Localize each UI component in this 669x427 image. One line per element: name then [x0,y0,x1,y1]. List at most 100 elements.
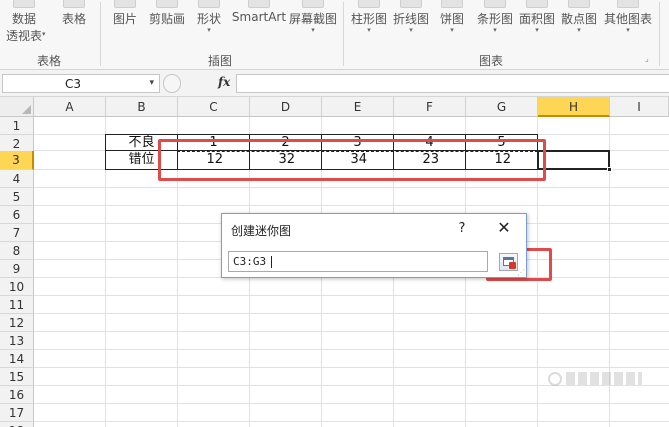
group-separator [343,2,344,66]
row-header-16[interactable]: 16 [0,386,34,404]
red-arrow-icon [509,262,516,269]
red-highlight-range [158,139,546,181]
column-chart-button[interactable]: 柱形图 ▾ [348,0,390,48]
chevron-down-icon: ▾ [207,26,211,34]
column-header-d[interactable]: D [250,97,322,117]
formula-bar: C3 ▾ fx [0,70,669,97]
area-chart-icon [526,0,548,8]
clipart-icon [156,0,178,8]
column-chart-icon [358,0,380,8]
fill-handle[interactable] [607,167,612,172]
clipart-button[interactable]: 剪贴画 [146,0,188,48]
row-header-6[interactable]: 6 [0,206,34,224]
row-header-12[interactable]: 12 [0,314,34,332]
row-header-11[interactable]: 11 [0,296,34,314]
row-header-8[interactable]: 8 [0,242,34,260]
group-label-tables: 表格 [36,54,61,68]
row-header-10[interactable]: 10 [0,278,34,296]
ribbon: 数据 透视表 ▾ 表格 图片 剪贴画 形状 ▾ SmartArt 屏幕截图 ▾ … [0,0,669,70]
scatter-chart-button[interactable]: 散点图 ▾ [558,0,600,48]
row-header-1[interactable]: 1 [0,117,34,135]
chevron-down-icon: ▾ [311,26,315,34]
row-header-3[interactable]: 3 [0,151,34,170]
column-header-g[interactable]: G [466,97,538,117]
table-button[interactable]: 表格 [54,0,94,48]
bar-chart-button[interactable]: 条形图 ▾ [474,0,516,48]
row-header-5[interactable]: 5 [0,188,34,206]
pivot-table-button[interactable]: 数据 透视表 [4,0,44,48]
shapes-button[interactable]: 形状 ▾ [192,0,226,48]
chevron-down-icon: ▾ [409,26,413,34]
grid-line [34,295,669,296]
active-cell-h3[interactable] [537,150,612,172]
text-caret [271,256,272,268]
collapse-dialog-icon[interactable] [499,253,518,271]
column-header-a[interactable]: A [34,97,106,117]
pivot-table-dropdown-icon[interactable]: ▾ [42,30,46,38]
other-charts-button[interactable]: 其他图表 ▾ [601,0,655,48]
chevron-down-icon: ▾ [450,26,454,34]
chevron-down-icon: ▾ [367,26,371,34]
chevron-down-icon: ▾ [493,26,497,34]
grid-line [34,331,669,332]
insert-function-icon[interactable]: fx [218,75,230,89]
watermark-logo [548,371,648,389]
row-header-9[interactable]: 9 [0,260,34,278]
picture-icon [114,0,136,8]
column-header-c[interactable]: C [178,97,250,117]
row-header-13[interactable]: 13 [0,332,34,350]
select-all-button[interactable] [0,97,34,117]
line-chart-button[interactable]: 折线图 ▾ [390,0,432,48]
chevron-down-icon[interactable]: ▾ [149,78,154,88]
pie-chart-icon [441,0,463,8]
area-chart-button[interactable]: 面积图 ▾ [516,0,558,48]
row-header-4[interactable]: 4 [0,170,34,188]
grid-line [34,313,669,314]
row-header-14[interactable]: 14 [0,350,34,368]
help-icon[interactable]: ? [455,221,469,236]
shapes-icon [198,0,220,8]
watermark-text-shape [566,372,642,385]
data-range-input[interactable]: C3:G3 [228,251,488,272]
line-chart-icon [400,0,422,8]
close-icon[interactable]: ✕ [494,219,514,237]
watermark-icon [548,372,562,386]
group-label-illustrations: 插图 [207,54,232,68]
grid-line [34,403,669,404]
dialog-launcher-icon[interactable]: ⌟ [645,54,649,63]
row-header-7[interactable]: 7 [0,224,34,242]
column-header-i[interactable]: I [610,97,669,117]
row-header-18[interactable]: 18 [0,422,34,427]
name-box[interactable]: C3 ▾ [2,74,160,93]
grid-line [34,187,669,188]
formula-input[interactable] [236,74,669,93]
dialog-title: 创建迷你图 [231,224,292,238]
smartart-button[interactable]: SmartArt [230,0,288,48]
chevron-down-icon: ▾ [577,26,581,34]
pie-chart-button[interactable]: 饼图 ▾ [436,0,468,48]
column-header-b[interactable]: B [106,97,178,117]
row-header-15[interactable]: 15 [0,368,34,386]
scatter-chart-icon [568,0,590,8]
pivot-table-icon [13,0,35,8]
grid-line [34,367,669,368]
group-separator [659,2,660,66]
screenshot-icon [302,0,324,8]
column-header-h[interactable]: H [538,97,610,117]
select-all-icon [22,105,31,114]
resize-grip-icon[interactable]: ⋰ [517,269,525,277]
formula-bar-expand-icon[interactable] [163,74,181,93]
screenshot-button[interactable]: 屏幕截图 ▾ [288,0,338,48]
smartart-icon [248,0,270,8]
picture-button[interactable]: 图片 [106,0,144,48]
column-header-f[interactable]: F [394,97,466,117]
chevron-down-icon: ▾ [626,26,630,34]
chevron-down-icon: ▾ [535,26,539,34]
group-label-charts: 图表 [478,54,503,68]
other-charts-icon [617,0,639,8]
row-header-17[interactable]: 17 [0,404,34,422]
create-sparklines-dialog: 创建迷你图 ? ✕ C3:G3 ⋰ [221,213,527,278]
group-separator [100,2,101,66]
grid-line [34,349,669,350]
column-header-e[interactable]: E [322,97,394,117]
